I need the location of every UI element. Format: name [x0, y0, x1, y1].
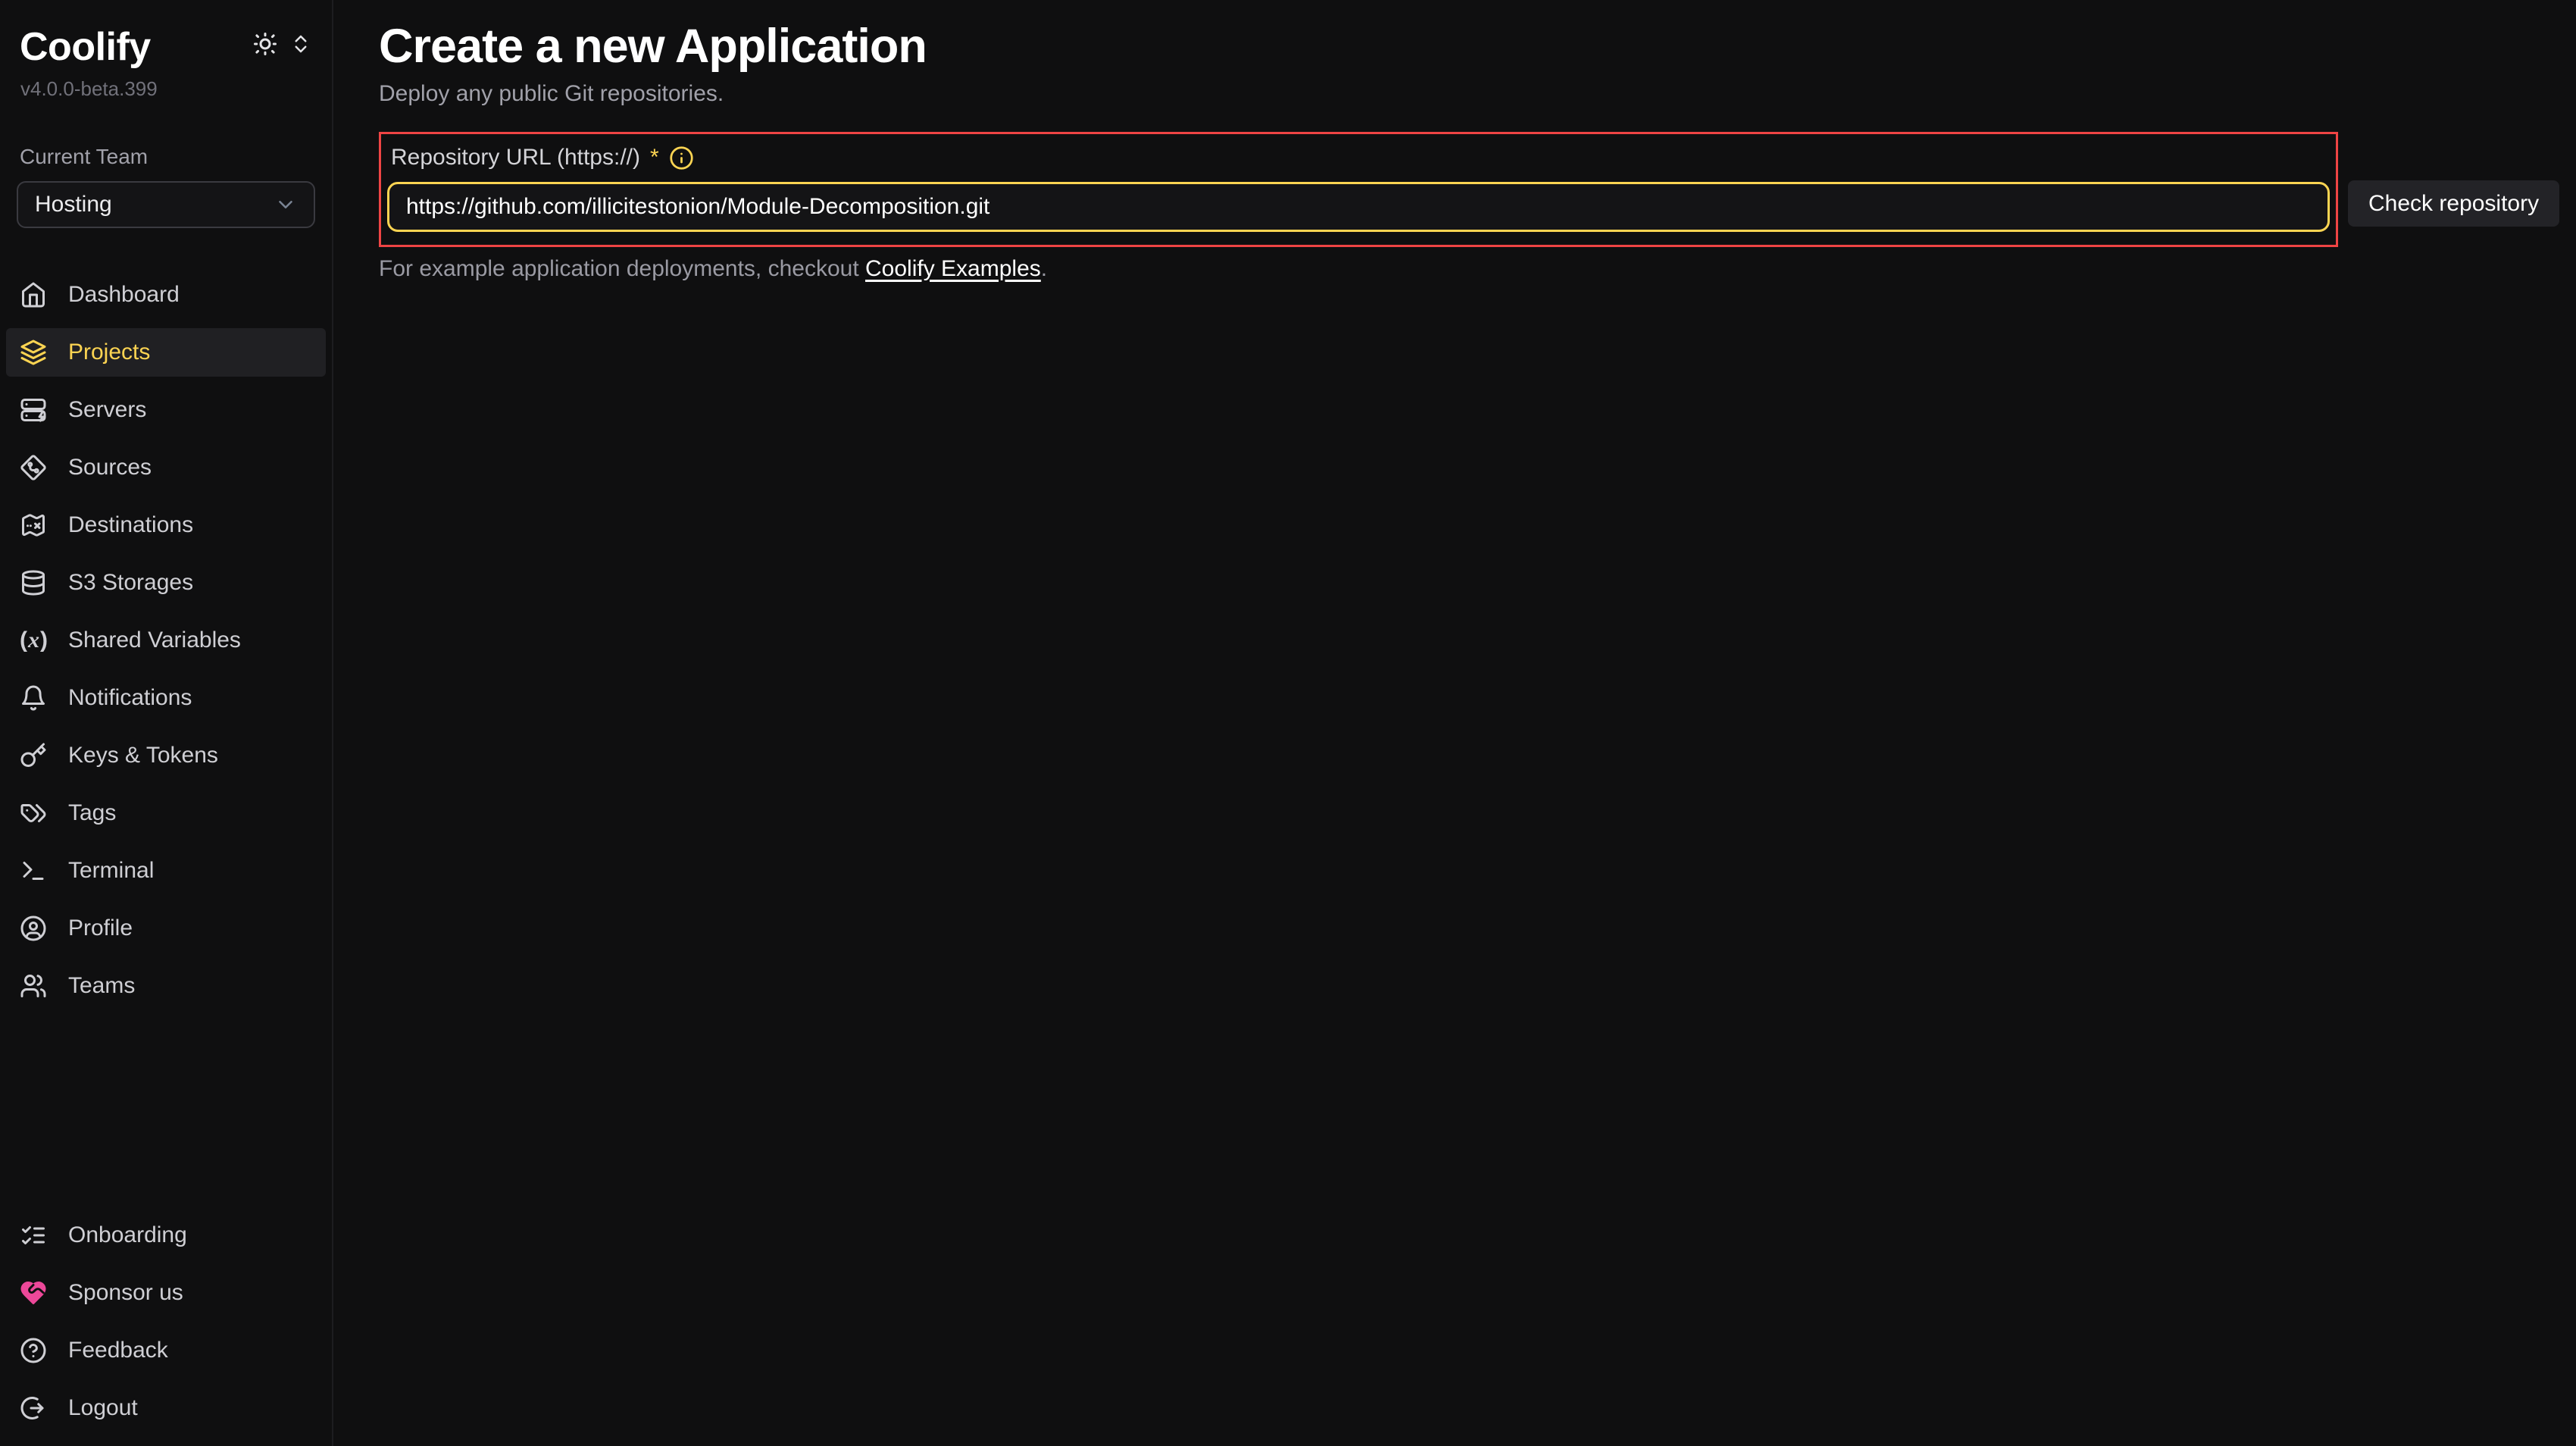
layers-icon: [20, 339, 48, 366]
sidebar-item-label: Tags: [68, 800, 116, 826]
sidebar-item-projects[interactable]: Projects: [6, 328, 326, 377]
sidebar-item-tags[interactable]: Tags: [6, 789, 326, 837]
user-circle-icon: [20, 915, 48, 942]
chevrons-up-down-icon[interactable]: [289, 33, 312, 55]
sidebar-item-sponsor-us[interactable]: Sponsor us: [6, 1269, 326, 1317]
sidebar-item-label: Projects: [68, 340, 150, 365]
key-icon: [20, 742, 48, 769]
annotation-highlight-box: Repository URL (https://) *: [379, 132, 2338, 247]
sidebar-item-label: Keys & Tokens: [68, 743, 218, 768]
heart-handshake-icon: [20, 1279, 48, 1307]
sidebar-item-keys-tokens[interactable]: Keys & Tokens: [6, 731, 326, 780]
sidebar-item-teams[interactable]: Teams: [6, 962, 326, 1010]
sidebar-item-label: Sources: [68, 455, 152, 480]
sidebar-bottom-nav: Onboarding Sponsor us Feedback Logout: [0, 1211, 332, 1441]
sidebar-item-sources[interactable]: Sources: [6, 443, 326, 492]
helper-suffix: .: [1041, 256, 1047, 281]
sidebar-item-label: Notifications: [68, 685, 192, 711]
sidebar-item-logout[interactable]: Logout: [6, 1384, 326, 1432]
sidebar-item-destinations[interactable]: Destinations: [6, 501, 326, 549]
sidebar-item-label: Dashboard: [68, 282, 180, 308]
sidebar-item-label: Shared Variables: [68, 628, 241, 653]
database-icon: [20, 569, 48, 596]
sidebar-item-label: Logout: [68, 1395, 138, 1421]
page-title: Create a new Application: [379, 21, 2576, 71]
coolify-examples-link[interactable]: Coolify Examples: [865, 256, 1041, 281]
sidebar-item-notifications[interactable]: Notifications: [6, 674, 326, 722]
git-source-icon: [20, 454, 48, 481]
sidebar-nav: Dashboard Projects Servers Sources Desti…: [0, 271, 332, 1019]
repository-url-label-row: Repository URL (https://) *: [387, 145, 2330, 171]
team-select[interactable]: Hosting: [17, 181, 315, 228]
sidebar-item-label: Sponsor us: [68, 1280, 183, 1306]
terminal-icon: [20, 857, 48, 884]
sidebar-item-onboarding[interactable]: Onboarding: [6, 1211, 326, 1260]
repository-form: Repository URL (https://) * Check reposi…: [379, 132, 2576, 247]
sidebar-item-terminal[interactable]: Terminal: [6, 847, 326, 895]
check-repository-button[interactable]: Check repository: [2348, 180, 2559, 227]
sidebar-header: Coolify: [0, 27, 332, 67]
logout-icon: [20, 1394, 48, 1422]
required-marker: *: [650, 145, 659, 171]
chevron-down-icon: [274, 193, 297, 216]
sidebar-item-label: Profile: [68, 915, 133, 941]
sidebar-item-servers[interactable]: Servers: [6, 386, 326, 434]
info-icon[interactable]: [669, 146, 694, 171]
page-subtitle: Deploy any public Git repositories.: [379, 81, 2576, 107]
sidebar: Coolify v4.0.0-beta.399 Current Team Hos…: [0, 0, 333, 1446]
main-content: Create a new Application Deploy any publ…: [335, 0, 2576, 1446]
sidebar-item-profile[interactable]: Profile: [6, 904, 326, 953]
bell-icon: [20, 684, 48, 712]
helper-prefix: For example application deployments, che…: [379, 256, 865, 281]
map-icon: [20, 512, 48, 539]
repository-url-input[interactable]: [387, 182, 2330, 232]
checklist-icon: [20, 1222, 48, 1249]
sidebar-item-s3-storages[interactable]: S3 Storages: [6, 559, 326, 607]
repository-url-label: Repository URL (https://): [391, 145, 640, 171]
sidebar-item-feedback[interactable]: Feedback: [6, 1326, 326, 1375]
variables-icon: (x): [20, 629, 48, 652]
sidebar-item-label: Feedback: [68, 1338, 168, 1363]
server-icon: [20, 396, 48, 424]
app-logo: Coolify: [20, 27, 151, 67]
team-select-value: Hosting: [35, 192, 112, 218]
sidebar-item-dashboard[interactable]: Dashboard: [6, 271, 326, 319]
users-icon: [20, 972, 48, 1000]
tags-icon: [20, 800, 48, 827]
sidebar-item-shared-variables[interactable]: (x) Shared Variables: [6, 616, 326, 665]
helper-text: For example application deployments, che…: [379, 256, 2576, 282]
sidebar-item-label: S3 Storages: [68, 570, 193, 596]
sidebar-item-label: Terminal: [68, 858, 154, 884]
help-circle-icon: [20, 1337, 48, 1364]
sidebar-item-label: Onboarding: [68, 1222, 187, 1248]
app-version: v4.0.0-beta.399: [0, 77, 332, 101]
sidebar-item-label: Teams: [68, 973, 135, 999]
sidebar-item-label: Destinations: [68, 512, 193, 538]
current-team-label: Current Team: [17, 145, 315, 169]
home-icon: [20, 281, 48, 308]
current-team-section: Current Team Hosting: [0, 145, 332, 228]
sun-icon[interactable]: [252, 30, 279, 58]
sidebar-item-label: Servers: [68, 397, 146, 423]
